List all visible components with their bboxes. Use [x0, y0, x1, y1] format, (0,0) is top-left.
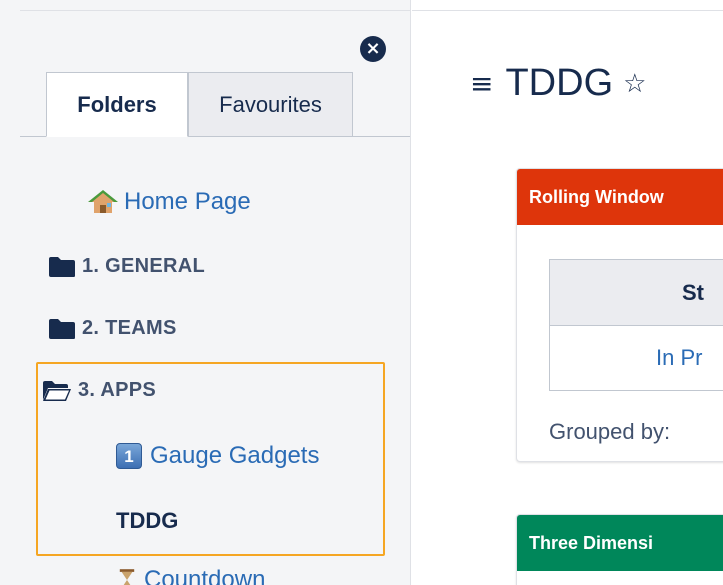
gadget-card-three-dimensional: Three Dimensi [516, 514, 723, 585]
table-cell-link[interactable]: In Pr [550, 326, 723, 390]
divider [20, 10, 410, 11]
grouped-by-label: Grouped by: [549, 419, 671, 444]
sidebar: × Folders Favourites Home Page 1. GENERA… [0, 0, 411, 585]
hourglass-icon [119, 569, 135, 585]
gadget-table: St In Pr [549, 259, 723, 391]
card-header: Rolling Window [517, 169, 723, 225]
tab-favourites[interactable]: Favourites [188, 72, 353, 137]
sidebar-item-home-page[interactable]: Home Page [88, 188, 251, 216]
sidebar-item-label: 1. GENERAL [82, 255, 206, 277]
sidebar-item-teams[interactable]: 2. TEAMS [48, 317, 177, 340]
page-title-bar: ≡ TDDG ☆ [470, 62, 646, 105]
sidebar-item-label: Home Page [124, 188, 251, 215]
page-title: TDDG [505, 62, 614, 104]
highlight-box [36, 362, 385, 556]
gadget-card-rolling-window: Rolling Window St In Pr Grouped by: [516, 168, 723, 462]
tab-folders[interactable]: Folders [46, 72, 188, 137]
house-icon [88, 190, 118, 213]
close-sidebar-button[interactable]: × [360, 36, 386, 62]
folder-icon [49, 318, 75, 339]
main-content: ≡ TDDG ☆ Rolling Window St In Pr Grouped… [412, 0, 723, 585]
card-header: Three Dimensi [517, 515, 723, 571]
divider [412, 10, 723, 11]
table-header-cell: St [550, 260, 723, 326]
star-icon[interactable]: ☆ [623, 69, 646, 99]
menu-icon[interactable]: ≡ [470, 67, 493, 100]
sidebar-item-general[interactable]: 1. GENERAL [48, 255, 205, 278]
sidebar-item-label: 2. TEAMS [82, 317, 177, 339]
sidebar-item-countdown[interactable]: Countdown [118, 566, 265, 585]
sidebar-item-label: Countdown [144, 566, 266, 585]
folder-icon [49, 256, 75, 277]
